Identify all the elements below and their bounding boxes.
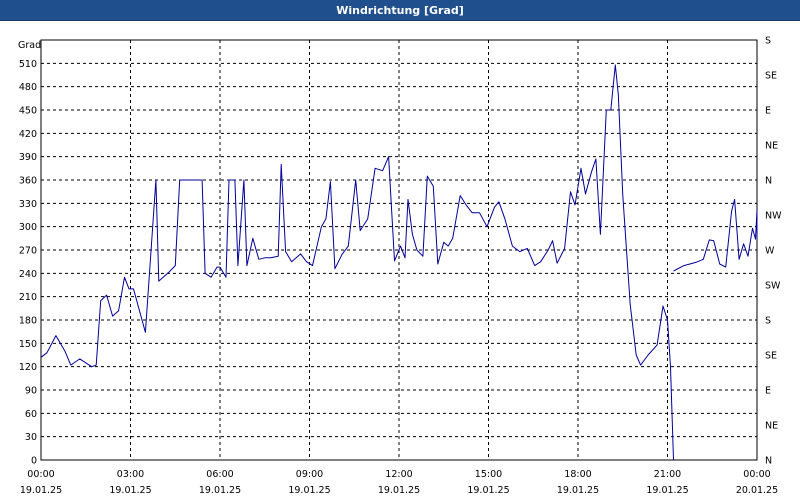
compass-tick-label: NE [765, 141, 778, 152]
y-tick-label: 450 [19, 106, 37, 117]
compass-tick-label: S [765, 36, 771, 47]
y-tick-label: 240 [19, 269, 37, 280]
y-tick-label: 270 [19, 246, 37, 257]
y-tick-label: 180 [19, 316, 37, 327]
x-tick-time: 12:00 [385, 469, 412, 480]
x-tick-date: 19.01.25 [288, 485, 330, 496]
y-tick-label: 60 [25, 409, 37, 420]
wind-direction-series-line [40, 64, 674, 461]
y-tick-label: 90 [25, 386, 37, 397]
x-tick-date: 19.01.25 [199, 485, 241, 496]
compass-tick-label: SE [765, 351, 777, 362]
x-tick-date: 20.01.25 [736, 485, 778, 496]
y-tick-label: 480 [19, 82, 37, 93]
compass-tick-label: E [765, 386, 771, 397]
x-tick-date: 19.01.25 [378, 485, 420, 496]
x-tick-time: 09:00 [296, 469, 323, 480]
y-tick-label: 420 [19, 129, 37, 140]
x-tick-date: 19.01.25 [109, 485, 151, 496]
x-tick-date: 19.01.25 [646, 485, 688, 496]
compass-tick-label: E [765, 106, 771, 117]
y-tick-label: 210 [19, 292, 37, 303]
x-tick-time: 00:00 [743, 469, 770, 480]
x-tick-date: 19.01.25 [20, 485, 62, 496]
y-tick-label: 30 [25, 432, 37, 443]
y-axis-label: Grad [18, 40, 41, 51]
x-tick-time: 21:00 [654, 469, 681, 480]
compass-tick-label: SE [765, 71, 777, 82]
compass-tick-label: N [765, 456, 772, 467]
y-tick-label: 360 [19, 176, 37, 187]
compass-tick-label: NW [765, 211, 782, 222]
y-tick-label: 510 [19, 59, 37, 70]
x-tick-date: 19.01.25 [467, 485, 509, 496]
compass-tick-label: N [765, 176, 772, 187]
x-tick-time: 03:00 [117, 469, 144, 480]
x-tick-time: 15:00 [475, 469, 502, 480]
wind-direction-series-line [673, 198, 758, 272]
y-tick-label: 390 [19, 152, 37, 163]
y-tick-label: 330 [19, 199, 37, 210]
compass-tick-label: S [765, 316, 771, 327]
compass-tick-label: W [765, 246, 775, 257]
x-tick-time: 06:00 [206, 469, 233, 480]
compass-tick-label: NE [765, 421, 778, 432]
x-tick-time: 18:00 [564, 469, 591, 480]
y-tick-label: 300 [19, 222, 37, 233]
y-tick-label: 0 [31, 456, 37, 467]
y-tick-label: 150 [19, 339, 37, 350]
x-tick-date: 19.01.25 [557, 485, 599, 496]
y-tick-label: 120 [19, 362, 37, 373]
compass-tick-label: SW [765, 281, 781, 292]
x-tick-time: 00:00 [27, 469, 54, 480]
wind-direction-chart: 0 30 60 90 120 150 180 210 240 270 300 330 360 390 420… [18, 36, 782, 497]
